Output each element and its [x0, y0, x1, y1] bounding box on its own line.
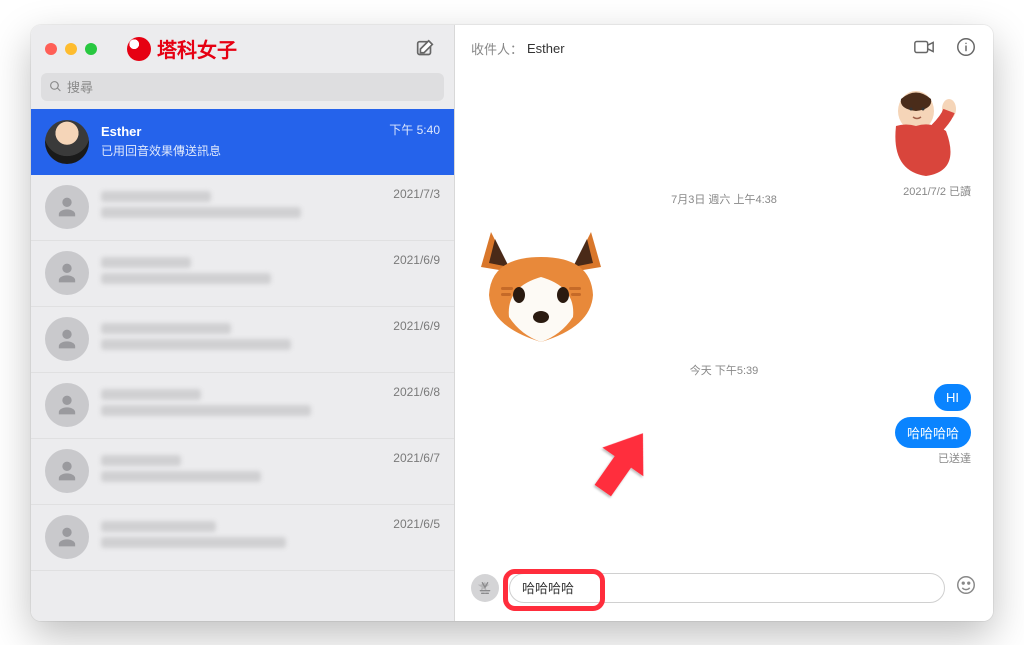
delivered-status: 已送達	[471, 450, 977, 466]
conversation-time: 2021/7/3	[393, 187, 440, 201]
conversation-time: 2021/6/5	[393, 517, 440, 531]
chat-panel: 收件人： Esther	[455, 25, 993, 621]
date-separator: 7月3日 週六 上午4:38	[471, 191, 977, 207]
sent-message[interactable]: HI	[934, 384, 971, 411]
recipient-name: Esther	[527, 41, 565, 56]
search-icon	[49, 80, 62, 93]
composer: 哈哈哈哈	[455, 561, 993, 621]
avatar	[45, 515, 89, 559]
minimize-window-button[interactable]	[65, 43, 77, 55]
message-input-text: 哈哈哈哈	[522, 578, 574, 597]
conversation-time: 下午 5:40	[389, 121, 440, 138]
fullscreen-window-button[interactable]	[85, 43, 97, 55]
conversation-list[interactable]: Esther 已用回音效果傳送訊息 下午 5:40 2021/7/3 2021/…	[31, 109, 454, 621]
branding: 塔科女子	[127, 34, 237, 63]
sidebar: 塔科女子 搜尋 Esther 已用回音效果傳送訊息	[31, 25, 455, 621]
recipient-label: 收件人：	[471, 39, 523, 58]
compose-button[interactable]	[414, 38, 436, 60]
conversation-item[interactable]: 2021/6/5	[31, 505, 454, 571]
avatar	[45, 383, 89, 427]
read-timestamp: 2021/7/2 已讀	[903, 183, 971, 199]
apps-button[interactable]	[471, 574, 499, 602]
fox-sticker	[471, 217, 611, 347]
avatar	[45, 251, 89, 295]
conversation-time: 2021/6/8	[393, 385, 440, 399]
message-input[interactable]: 哈哈哈哈	[509, 573, 945, 603]
search-placeholder: 搜尋	[67, 77, 93, 96]
conversation-time: 2021/6/9	[393, 253, 440, 267]
facetime-button[interactable]	[913, 36, 935, 61]
sent-message[interactable]: 哈哈哈哈	[895, 417, 971, 448]
conversation-item[interactable]: 2021/6/9	[31, 307, 454, 373]
avatar	[45, 120, 89, 164]
titlebar: 塔科女子	[31, 25, 454, 73]
conversation-time: 2021/6/9	[393, 319, 440, 333]
date-separator: 今天 下午5:39	[471, 362, 977, 378]
message-thread[interactable]: 2021/7/2 已讀 7月3日 週六 上午4:38 今天 下午5:39	[455, 73, 993, 561]
window-controls	[45, 43, 97, 55]
conversation-item[interactable]: 2021/6/7	[31, 439, 454, 505]
conversation-time: 2021/6/7	[393, 451, 440, 465]
conversation-item-esther[interactable]: Esther 已用回音效果傳送訊息 下午 5:40	[31, 109, 454, 175]
memoji-sticker	[871, 81, 971, 186]
conversation-item[interactable]: 2021/6/9	[31, 241, 454, 307]
info-button[interactable]	[955, 36, 977, 61]
messages-window: 塔科女子 搜尋 Esther 已用回音效果傳送訊息	[31, 25, 993, 621]
avatar	[45, 185, 89, 229]
chat-header: 收件人： Esther	[455, 25, 993, 73]
avatar	[45, 317, 89, 361]
brand-text: 塔科女子	[157, 34, 237, 63]
conversation-preview: 已用回音效果傳送訊息	[101, 142, 440, 159]
emoji-button[interactable]	[955, 574, 977, 602]
conversation-item[interactable]: 2021/7/3	[31, 175, 454, 241]
search-input[interactable]: 搜尋	[41, 73, 444, 101]
conversation-item[interactable]: 2021/6/8	[31, 373, 454, 439]
close-window-button[interactable]	[45, 43, 57, 55]
brand-icon	[127, 37, 151, 61]
avatar	[45, 449, 89, 493]
